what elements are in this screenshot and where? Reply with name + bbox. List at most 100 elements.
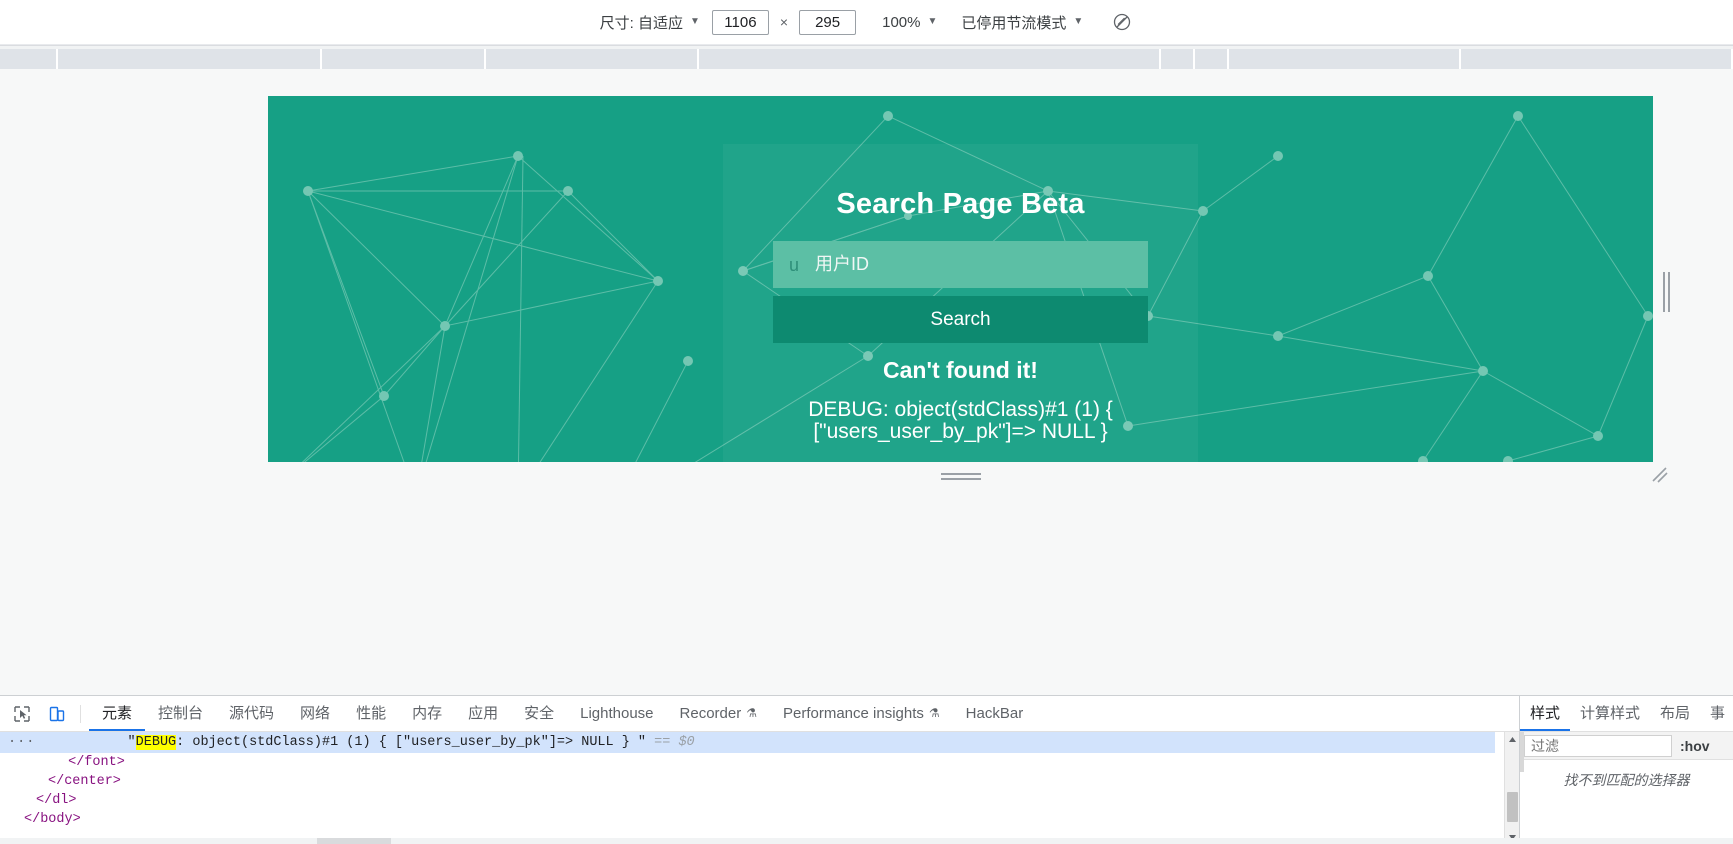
device-emulation-toolbar: 尺寸: 自适应 ▼ × 100% ▼ 已停用节流模式 ▼ <box>0 0 1733 45</box>
viewport-height-resize-handle[interactable] <box>937 469 985 483</box>
dom-row[interactable]: </center> <box>0 772 1495 791</box>
device-toolbar-icon[interactable] <box>44 701 70 727</box>
media-query-segment[interactable] <box>0 49 58 69</box>
styles-sidebar-tabbar: 样式 计算样式 布局 事 <box>1520 696 1733 732</box>
devtools-main-pane: 元素 控制台 源代码 网络 性能 内存 应用 安全 Lighthouse Rec… <box>0 696 1519 844</box>
debug-output: DEBUG: object(stdClass)#1 (1) { ["users_… <box>703 398 1218 444</box>
dom-row[interactable]: </dl> <box>0 791 1495 810</box>
dom-row-selected[interactable]: ··· "DEBUG: object(stdClass)#1 (1) { ["u… <box>0 732 1495 753</box>
throttling-label: 已停用节流模式 <box>961 14 1067 32</box>
media-query-segment[interactable] <box>58 49 322 69</box>
tab-console[interactable]: 控制台 <box>145 696 216 731</box>
tab-label: 应用 <box>468 705 499 722</box>
tab-sources[interactable]: 源代码 <box>216 696 287 731</box>
dimension-separator: × <box>779 14 789 30</box>
dom-row[interactable]: </font> <box>0 753 1495 772</box>
inspect-element-icon[interactable] <box>9 701 35 727</box>
dom-close-tag-body: </body> <box>24 812 81 827</box>
tab-label: 性能 <box>356 705 387 722</box>
dom-tree: </p> ··· "DEBUG: object(stdClass)#1 (1) … <box>0 732 1495 844</box>
device-size-label: 尺寸: 自适应 <box>599 14 684 32</box>
tab-network[interactable]: 网络 <box>287 696 343 731</box>
chevron-down-icon: ▼ <box>690 16 700 27</box>
dom-close-tag-dl: </dl> <box>36 793 77 808</box>
user-icon: u <box>788 254 799 275</box>
scrollbar-thumb[interactable] <box>1507 792 1518 822</box>
tab-memory[interactable]: 内存 <box>399 696 455 731</box>
toolbar-divider <box>80 704 81 723</box>
tab-label: 内存 <box>412 705 443 722</box>
devtools-window: 尺寸: 自适应 ▼ × 100% ▼ 已停用节流模式 ▼ <box>0 0 1733 844</box>
tab-label: Recorder <box>679 705 742 722</box>
tab-hackbar[interactable]: HackBar <box>953 696 1037 731</box>
result-message: Can't found it! <box>883 357 1038 383</box>
styles-empty-message: 找不到匹配的选择器 <box>1563 772 1690 788</box>
throttling-selector[interactable]: 已停用节流模式 ▼ <box>961 12 1083 33</box>
styles-filter-bar: :hov <box>1520 732 1733 760</box>
dom-close-tag-font: </font> <box>68 755 125 770</box>
sidebar-tab-computed[interactable]: 计算样式 <box>1570 696 1650 731</box>
viewport-width-input[interactable] <box>711 9 769 35</box>
no-throttling-icon[interactable] <box>1111 11 1133 33</box>
debug-line-2: ["users_user_by_pk"]=> NULL } <box>813 420 1108 444</box>
user-id-field-wrapper: u <box>773 241 1148 288</box>
zoom-selector[interactable]: 100% ▼ <box>882 14 937 31</box>
search-button[interactable]: Search <box>773 296 1148 343</box>
dom-text-quote-open: " <box>127 735 136 750</box>
tab-lighthouse[interactable]: Lighthouse <box>567 696 666 731</box>
experiment-flask-icon: ⚗ <box>928 706 940 720</box>
sidebar-tab-layout[interactable]: 布局 <box>1650 696 1700 731</box>
media-query-segment[interactable] <box>699 49 1161 69</box>
tab-performance[interactable]: 性能 <box>343 696 399 731</box>
tab-recorder[interactable]: Recorder ⚗ <box>667 696 770 731</box>
dom-close-tag-center: </center> <box>48 774 121 789</box>
chevron-down-icon: ▼ <box>1073 16 1084 27</box>
tab-performance-insights[interactable]: Performance insights ⚗ <box>770 696 953 731</box>
search-card: Search Page Beta u Search Can't found it… <box>723 144 1198 462</box>
emulated-viewport-area: Search Page Beta u Search Can't found it… <box>0 69 1733 695</box>
hover-state-toggle[interactable]: :hov <box>1680 738 1710 754</box>
ruler-line <box>0 45 1733 46</box>
emulated-page: Search Page Beta u Search Can't found it… <box>268 96 1653 462</box>
bottom-drawer-tab-stub[interactable] <box>317 838 391 844</box>
sidebar-tab-event-listeners[interactable]: 事 <box>1700 696 1733 731</box>
viewport-width-resize-handle[interactable] <box>1659 268 1673 316</box>
dom-text-highlight: DEBUG <box>135 735 177 750</box>
dom-dollar-zero: $0 <box>678 735 695 750</box>
user-id-input[interactable] <box>815 241 1148 288</box>
dom-text-rest: : object(stdClass)#1 (1) { ["users_user_… <box>176 735 655 750</box>
media-query-segment[interactable] <box>1161 49 1195 69</box>
tab-label: HackBar <box>965 705 1024 722</box>
tab-application[interactable]: 应用 <box>455 696 511 731</box>
sidebar-scroll-indicator[interactable] <box>1520 732 1524 772</box>
styles-sidebar: 样式 计算样式 布局 事 :hov 找不到匹配的选择器 <box>1519 696 1733 844</box>
sidebar-tab-styles[interactable]: 样式 <box>1520 696 1570 731</box>
dom-equals-marker: == <box>654 735 679 750</box>
dom-row[interactable]: </body> <box>0 810 1495 829</box>
dom-expand-ellipsis[interactable]: ··· <box>8 735 35 750</box>
tab-security[interactable]: 安全 <box>511 696 567 731</box>
viewport-height-input[interactable] <box>799 9 857 35</box>
experiment-flask-icon: ⚗ <box>746 706 757 720</box>
debug-line-1: DEBUG: object(stdClass)#1 (1) { <box>808 398 1113 421</box>
devtools-panel: 元素 控制台 源代码 网络 性能 内存 应用 安全 Lighthouse Rec… <box>0 695 1733 844</box>
media-query-segment[interactable] <box>1229 49 1461 69</box>
page-title: Search Page Beta <box>836 188 1085 220</box>
styles-filter-input[interactable] <box>1524 734 1672 757</box>
tab-label: 源代码 <box>229 705 275 722</box>
media-query-segment[interactable] <box>486 49 699 69</box>
media-query-segment[interactable] <box>1195 49 1229 69</box>
device-size-selector[interactable]: 尺寸: 自适应 ▼ <box>600 12 700 33</box>
media-query-segment[interactable] <box>322 49 486 69</box>
dom-tree-scrollbar[interactable] <box>1504 732 1519 844</box>
tab-label: 安全 <box>524 705 555 722</box>
bottom-strip <box>0 838 1733 844</box>
tab-elements[interactable]: 元素 <box>89 696 145 731</box>
viewport-corner-resize-handle[interactable] <box>1650 465 1670 485</box>
tab-label: 控制台 <box>158 705 204 722</box>
viewport-dimensions: × <box>711 9 857 35</box>
tab-label: Lighthouse <box>580 705 654 722</box>
scroll-up-icon[interactable] <box>1505 732 1520 747</box>
media-query-segment[interactable] <box>1461 49 1733 69</box>
media-query-bar <box>0 49 1733 69</box>
